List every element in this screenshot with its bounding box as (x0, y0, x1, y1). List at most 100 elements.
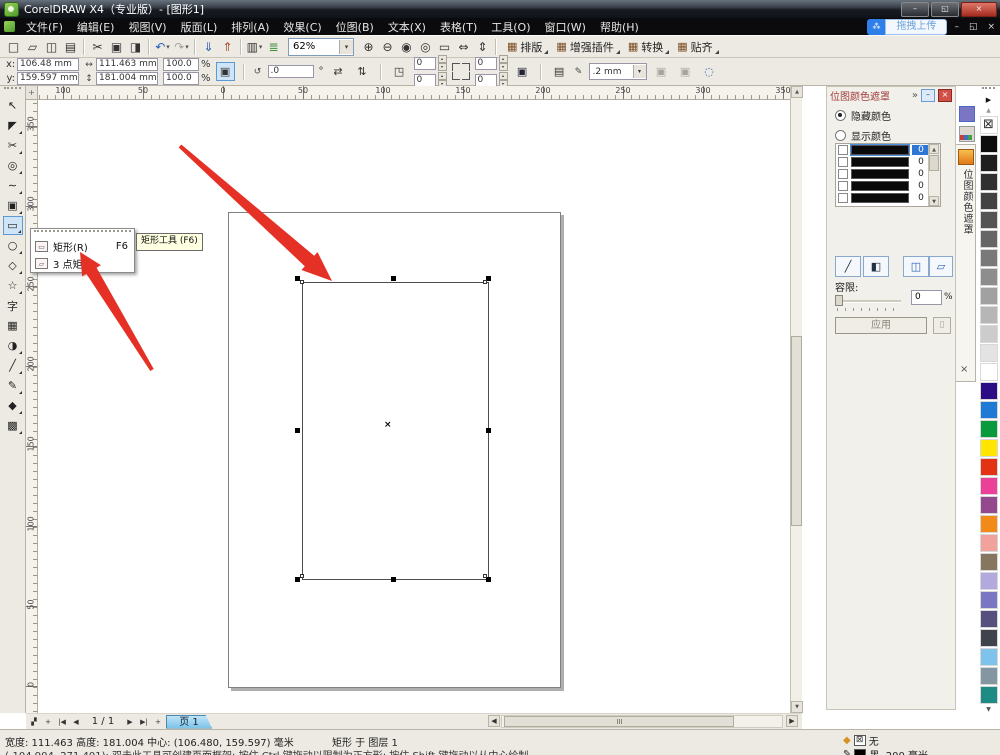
palette-swatch[interactable] (980, 135, 998, 153)
menu-table[interactable]: 表格(T) (433, 18, 484, 36)
palette-swatch[interactable] (980, 268, 998, 286)
docker-minimize-button[interactable]: – (921, 89, 935, 102)
palette-swatch[interactable] (980, 591, 998, 609)
slider-thumb[interactable] (835, 295, 843, 306)
outline-width-combo[interactable]: .2 mm ▾ (589, 63, 647, 80)
object-height-field[interactable]: 181.004 mm (96, 72, 158, 85)
undo-button[interactable]: ↶▾ (153, 37, 172, 56)
palette-swatch[interactable] (980, 325, 998, 343)
bitmap-color-mask-tab[interactable]: 位图颜色遮罩 × (956, 144, 976, 382)
toolbox-grip[interactable] (4, 87, 21, 95)
palette-swatch[interactable] (980, 306, 998, 324)
interactive-fill-tool[interactable]: ▩ (3, 416, 23, 435)
page-tab[interactable]: 页 1 (166, 715, 212, 729)
selection-handle-w[interactable] (295, 428, 300, 433)
snap-macro-button[interactable]: ▦贴齐 (670, 37, 719, 56)
palette-swatch[interactable] (980, 667, 998, 685)
add-page-button[interactable]: + (42, 716, 54, 728)
copy-button[interactable]: ▣ (107, 37, 126, 56)
palette-flyout-icon[interactable]: ▶ (982, 95, 995, 106)
typeset-macro-button[interactable]: ▦排版 (500, 37, 549, 56)
palette-swatch[interactable] (980, 154, 998, 172)
mask-row[interactable]: 0 (836, 180, 940, 192)
open-button[interactable]: ▱ (23, 37, 42, 56)
palette-swatch[interactable] (980, 477, 998, 495)
menu-arrange[interactable]: 排列(A) (224, 18, 276, 36)
palette-swatch[interactable] (980, 686, 998, 704)
scale-x-field[interactable]: 100.0 (163, 58, 199, 71)
palette-swatch[interactable] (980, 420, 998, 438)
scroll-down-icon[interactable]: ▼ (791, 701, 803, 713)
palette-docker-tab[interactable] (959, 126, 975, 142)
scale-y-field[interactable]: 100.0 (163, 72, 199, 85)
palette-swatch[interactable] (980, 192, 998, 210)
checkbox-icon[interactable] (838, 145, 848, 155)
rotation-angle-field[interactable]: .0 (268, 65, 314, 78)
freehand-tool[interactable]: ∼ (3, 176, 23, 195)
zoom-width-button[interactable]: ⇔ (454, 37, 473, 56)
zoom-tool[interactable]: ◎ (3, 156, 23, 175)
palette-swatch[interactable] (980, 363, 998, 381)
checkbox-icon[interactable] (838, 169, 848, 179)
no-color-swatch[interactable]: ⊠ (980, 116, 998, 134)
zoom-height-button[interactable]: ⇕ (473, 37, 492, 56)
scroll-right-icon[interactable]: ▶ (786, 715, 798, 727)
corner-node[interactable] (300, 574, 304, 578)
flyout-grip[interactable] (34, 230, 131, 237)
fill-tool[interactable]: ◆ (3, 396, 23, 415)
palette-swatch[interactable] (980, 648, 998, 666)
first-page-button[interactable]: |◀ (56, 716, 68, 728)
spinner-up-icon[interactable]: ▴ (438, 55, 447, 63)
corner-radius-br-field[interactable]: 0 (475, 74, 497, 87)
application-launcher-button[interactable]: ▥▾ (245, 37, 264, 56)
menu-bitmaps[interactable]: 位图(B) (329, 18, 381, 36)
open-mask-button[interactable]: ▱ (929, 256, 953, 277)
shape-tool[interactable]: ◤ (3, 116, 23, 135)
corner-radius-bl-field[interactable]: 0 (414, 74, 436, 87)
radio-hide-colors[interactable]: 隐藏颜色 (835, 108, 955, 123)
mask-row[interactable]: 0 (836, 192, 940, 204)
zoom-out-button[interactable]: ⊖ (378, 37, 397, 56)
menu-edit[interactable]: 编辑(E) (70, 18, 122, 36)
spinner[interactable]: ▴▾ (499, 55, 508, 71)
smart-fill-tool[interactable]: ▣ (3, 196, 23, 215)
palette-scroll-up-icon[interactable]: ▲ (980, 106, 998, 115)
palette-swatch[interactable] (980, 534, 998, 552)
zoom-page-button[interactable]: ▭ (435, 37, 454, 56)
rectangle-tool[interactable]: ▭ (3, 216, 23, 235)
delete-mask-button[interactable]: ▯ (933, 317, 951, 334)
ellipse-tool[interactable]: ○ (3, 236, 23, 255)
spinner[interactable]: ▴▾ (438, 55, 447, 71)
chevron-down-icon[interactable]: ▾ (633, 65, 646, 78)
corner-lock-button[interactable]: ▣ (513, 62, 532, 81)
corner-node[interactable] (483, 280, 487, 284)
chevron-down-icon[interactable]: ▾ (166, 43, 170, 51)
menu-view[interactable]: 视图(V) (121, 18, 173, 36)
palette-swatch[interactable] (980, 344, 998, 362)
palette-swatch[interactable] (980, 515, 998, 533)
doc-minimize-button[interactable]: – (951, 22, 962, 32)
palette-swatch[interactable] (980, 287, 998, 305)
menu-file[interactable]: 文件(F) (19, 18, 70, 36)
selection-handle-n[interactable] (391, 276, 396, 281)
spinner-up-icon[interactable]: ▴ (438, 72, 447, 80)
corner-node[interactable] (483, 574, 487, 578)
selection-handle-s[interactable] (391, 577, 396, 582)
import-button[interactable]: ⇓ (199, 37, 218, 56)
rectangle-flyout-item[interactable]: ▭矩形(R)F6 (31, 238, 134, 255)
drawing-canvas[interactable]: × (38, 100, 790, 713)
color-docker-tab[interactable] (959, 106, 975, 122)
scroll-down-icon[interactable]: ▼ (929, 196, 939, 206)
vertical-scrollbar[interactable]: ▲ ▼ (790, 86, 802, 713)
object-center-mark[interactable]: × (384, 420, 392, 430)
palette-swatch[interactable] (980, 173, 998, 191)
selection-handle-e[interactable] (486, 428, 491, 433)
corner-radius-tl-field[interactable]: 0 (414, 57, 436, 70)
corner-node[interactable] (300, 280, 304, 284)
bring-to-front-button[interactable]: ▣ (652, 62, 671, 81)
last-page-button[interactable]: ▶| (138, 716, 150, 728)
selected-rectangle[interactable] (302, 282, 489, 580)
polygon-tool[interactable]: ◇ (3, 256, 23, 275)
tolerance-field[interactable]: 0 (911, 290, 942, 305)
spinner-down-icon[interactable]: ▾ (438, 63, 447, 71)
